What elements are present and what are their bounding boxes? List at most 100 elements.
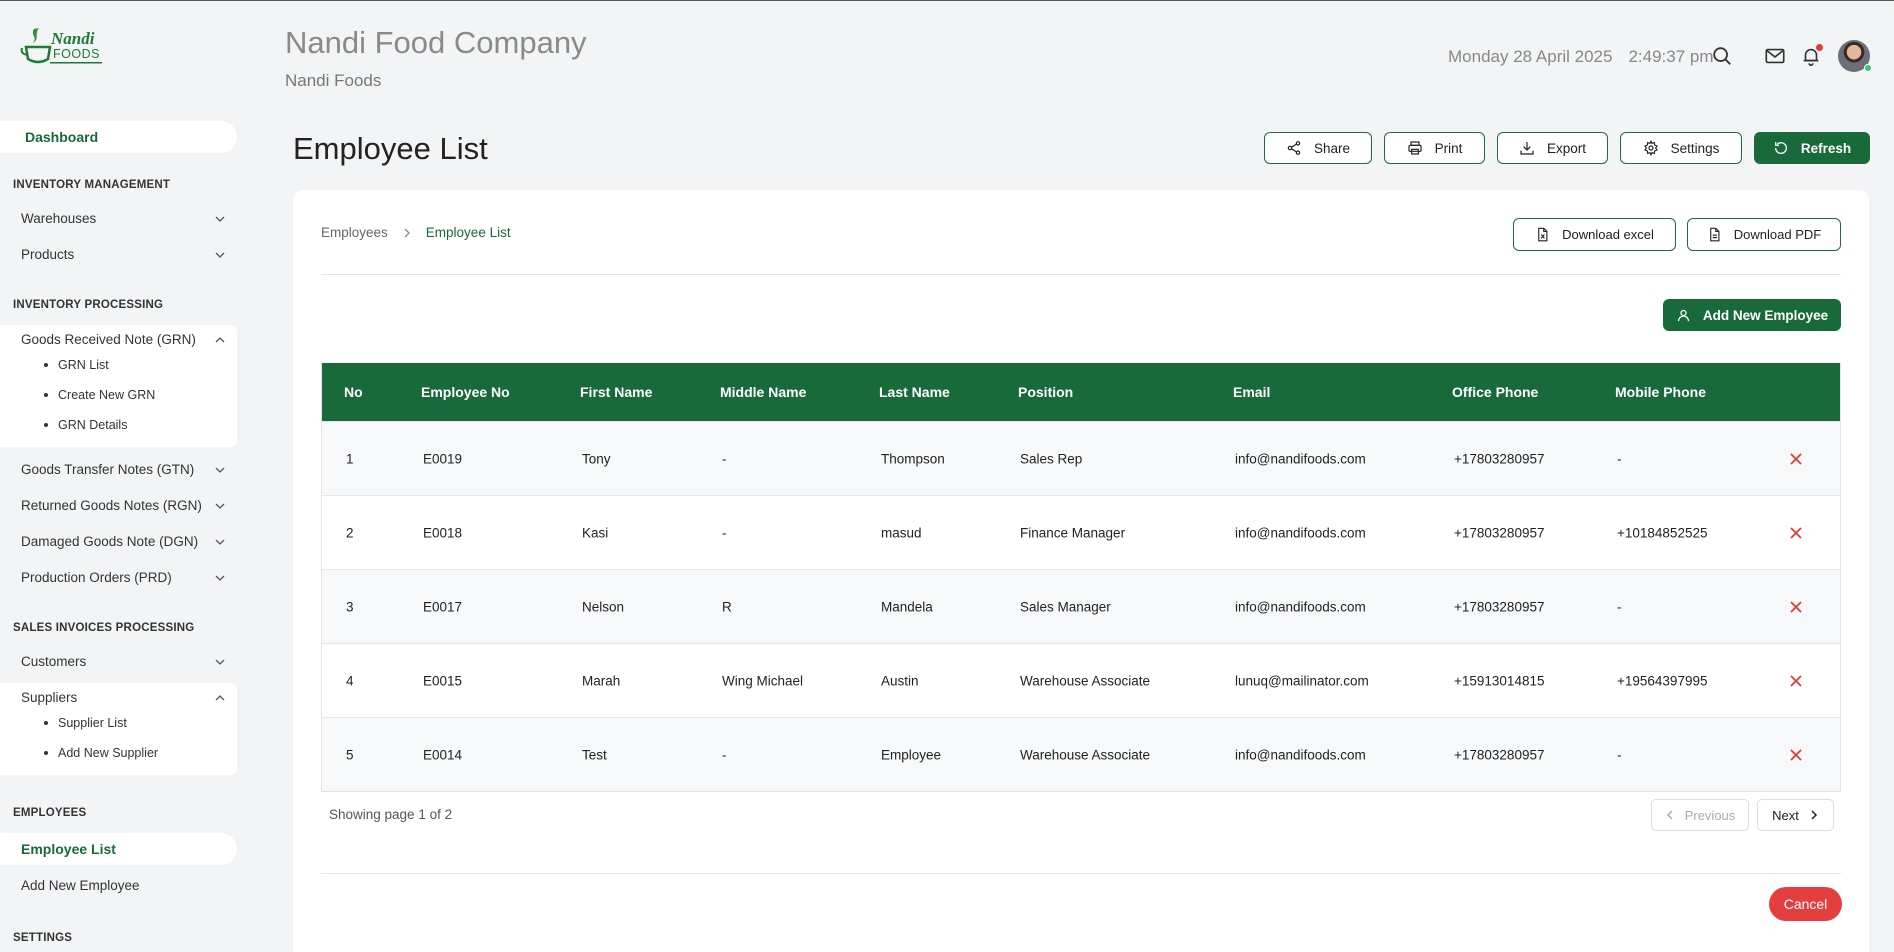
company-title: Nandi Food Company <box>285 25 587 60</box>
chevron-down-icon <box>215 659 225 665</box>
sidebar-item-label: Customers <box>21 654 87 669</box>
file-excel-icon <box>1538 227 1548 242</box>
delete-icon[interactable] <box>1788 747 1804 763</box>
cell-first-name: Kasi <box>582 525 609 540</box>
download-excel-button[interactable]: Download excel <box>1513 218 1676 251</box>
download-pdf-button[interactable]: Download PDF <box>1687 218 1841 251</box>
cell-last-name: Austin <box>881 673 919 688</box>
cell-middle-name: - <box>722 747 727 762</box>
cell-employee-no: E0018 <box>423 525 463 540</box>
sidebar-item-customers[interactable]: Customers <box>21 654 226 669</box>
section-inventory-management: INVENTORY MANAGEMENT <box>13 179 171 191</box>
cell-mobile-phone: +10184852525 <box>1617 525 1708 540</box>
cell-mobile-phone: +19564397995 <box>1617 673 1708 688</box>
share-label: Share <box>1313 140 1351 156</box>
file-pdf-icon <box>1709 227 1720 242</box>
share-icon <box>1287 141 1301 155</box>
section-employees: EMPLOYEES <box>13 807 87 819</box>
chevron-up-icon <box>215 336 225 342</box>
sidebar-item-dgn[interactable]: Damaged Goods Note (DGN) <box>21 534 226 549</box>
chevron-down-icon <box>215 252 225 258</box>
divider <box>321 873 1841 874</box>
previous-page-button[interactable]: Previous <box>1651 799 1749 831</box>
logo-wordmark-nandi: Nandi <box>50 29 95 48</box>
chevron-down-icon <box>215 575 225 581</box>
settings-label: Settings <box>1670 140 1720 156</box>
sidebar-item-warehouses[interactable]: Warehouses <box>21 211 226 226</box>
breadcrumb-employees[interactable]: Employees <box>321 225 388 240</box>
table-row: 2 E0018 Kasi - masud Finance Manager info@nand… <box>322 495 1840 569</box>
next-label: Next <box>1772 807 1799 823</box>
sidebar-item-products[interactable]: Products <box>21 247 226 262</box>
chevron-right-icon <box>404 228 410 237</box>
cell-position: Warehouse Associate <box>1020 747 1151 762</box>
cell-no: 2 <box>346 525 354 540</box>
export-button[interactable]: Export <box>1497 132 1608 164</box>
table-row: 5 E0014 Test - Employee Warehouse Associate in… <box>322 717 1840 791</box>
sidebar-item-gtn[interactable]: Goods Transfer Notes (GTN) <box>21 462 226 477</box>
chevron-up-icon <box>215 694 225 700</box>
share-button[interactable]: Share <box>1264 132 1372 164</box>
top-bar: Nandi FOODS Nandi Food Company Nandi Foo… <box>0 1 1894 113</box>
refresh-button[interactable]: Refresh <box>1754 132 1870 164</box>
content-card: Employees Employee List Download excel D… <box>293 190 1869 952</box>
sidebar-item-label: Goods Received Note (GRN) <box>21 332 196 347</box>
delete-icon[interactable] <box>1788 525 1804 541</box>
delete-icon[interactable] <box>1788 451 1804 467</box>
sidebar-subitem-create-grn[interactable]: Create New GRN <box>44 388 155 402</box>
cell-last-name: Thompson <box>881 451 945 466</box>
sidebar-item-grn[interactable]: Goods Received Note (GRN) <box>21 332 226 347</box>
table-body: 1 E0019 Tony - Thompson Sales Rep info@nandifo… <box>322 421 1840 791</box>
download-icon <box>1520 142 1534 155</box>
sidebar-item-label: Production Orders (PRD) <box>21 570 172 585</box>
section-settings: SETTINGS <box>13 932 73 944</box>
print-button[interactable]: Print <box>1384 132 1485 164</box>
sidebar-item-suppliers[interactable]: Suppliers <box>21 690 226 705</box>
sidebar-item-rgn[interactable]: Returned Goods Notes (RGN) <box>21 498 226 513</box>
cell-no: 3 <box>346 599 354 614</box>
cell-email: info@nandifoods.com <box>1235 599 1366 614</box>
sidebar-item-dashboard[interactable]: Dashboard <box>0 121 237 153</box>
user-avatar[interactable] <box>1838 40 1872 72</box>
employee-table: No Employee No First Name Middle Name La… <box>321 363 1841 792</box>
col-header-first-name: First Name <box>580 384 653 400</box>
cell-employee-no: E0019 <box>423 451 463 466</box>
cell-email: info@nandifoods.com <box>1235 747 1366 762</box>
settings-button[interactable]: Settings <box>1620 132 1742 164</box>
sidebar-subitem-grn-details[interactable]: GRN Details <box>44 418 127 432</box>
delete-icon[interactable] <box>1788 599 1804 615</box>
sidebar-item-prd[interactable]: Production Orders (PRD) <box>21 570 226 585</box>
cancel-button[interactable]: Cancel <box>1769 887 1842 921</box>
nandi-foods-logo[interactable]: Nandi FOODS <box>20 21 104 71</box>
svg-text:FOODS: FOODS <box>53 47 100 61</box>
search-icon[interactable] <box>1711 45 1733 67</box>
col-header-no: No <box>344 384 363 400</box>
cell-position: Sales Manager <box>1020 599 1111 614</box>
cell-office-phone: +17803280957 <box>1454 451 1545 466</box>
sidebar-item-label: Returned Goods Notes (RGN) <box>21 498 202 513</box>
gear-icon <box>1643 140 1658 156</box>
date-time-display: Monday 28 April 2025 2:49:37 pm <box>1448 47 1714 67</box>
page-title: Employee List <box>293 131 488 166</box>
cell-office-phone: +17803280957 <box>1454 525 1545 540</box>
online-status-dot <box>1864 64 1872 72</box>
sidebar-item-add-employee[interactable]: Add New Employee <box>21 878 226 893</box>
section-sales-invoices: SALES INVOICES PROCESSING <box>13 622 195 634</box>
download-excel-label: Download excel <box>1562 227 1654 242</box>
add-new-employee-button[interactable]: Add New Employee <box>1663 299 1841 331</box>
col-header-mobile-phone: Mobile Phone <box>1615 384 1706 400</box>
sidebar-item-employee-list[interactable]: Employee List <box>0 833 237 865</box>
table-row: 1 E0019 Tony - Thompson Sales Rep info@nandifo… <box>322 421 1840 495</box>
mail-icon[interactable] <box>1764 45 1786 67</box>
section-inventory-processing: INVENTORY PROCESSING <box>13 299 164 311</box>
sidebar-subitem-add-supplier[interactable]: Add New Supplier <box>44 746 158 760</box>
company-subtitle: Nandi Foods <box>285 71 382 90</box>
delete-icon[interactable] <box>1788 673 1804 689</box>
sidebar-subitem-grn-list[interactable]: GRN List <box>44 358 109 372</box>
sidebar-subitem-supplier-list[interactable]: Supplier List <box>44 716 127 730</box>
next-page-button[interactable]: Next <box>1757 799 1834 831</box>
cell-office-phone: +17803280957 <box>1454 747 1545 762</box>
cell-last-name: Mandela <box>881 599 933 614</box>
cell-middle-name: - <box>722 525 727 540</box>
chevron-down-icon <box>215 539 225 545</box>
